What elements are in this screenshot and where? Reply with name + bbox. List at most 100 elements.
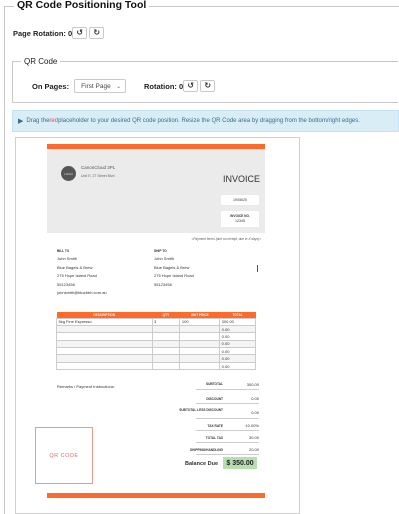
totals-divider: [196, 389, 259, 390]
shipping-value: 20.00: [248, 447, 259, 452]
bill-to-name: John Smith: [57, 256, 78, 262]
subtotal-value: 300.00: [246, 382, 259, 387]
cell-unit-price: [179, 354, 221, 363]
invoice-number: 12345: [235, 218, 245, 223]
qr-code-settings: QR Code On Pages: First Page ⌄ Rotation:…: [12, 57, 398, 103]
cell-total: 0.00: [219, 354, 256, 363]
cell-description: [56, 339, 153, 349]
cell-total: 0.00: [219, 332, 256, 341]
cell-unit-price: [179, 339, 221, 349]
subtotal-less-discount-label: SUBTOTAL LESS DISCOUNT: [179, 408, 223, 412]
subtotal-label: SUBTOTAL: [205, 382, 223, 386]
table-row: 0.00: [56, 324, 256, 334]
invoice-number-box: INVOICE NO. 12345: [221, 211, 259, 227]
total-tax-value: 30.00: [248, 435, 259, 440]
rotate-cw-icon[interactable]: ↻: [200, 80, 216, 92]
table-row: 0.00: [56, 347, 256, 356]
table-row: 0.00: [56, 354, 256, 363]
info-text-post: placeholder to your desired QR code posi…: [58, 118, 360, 124]
cell-total: 0.00: [219, 339, 256, 349]
cell-total: 0.00: [219, 324, 256, 334]
totals-divider: [196, 454, 259, 455]
cursor-icon: ▶: [18, 118, 24, 125]
cell-description: [56, 332, 153, 341]
chevron-down-icon: ⌄: [116, 83, 122, 90]
page-rotation-control: Page Rotation: 0 ↺ ↻: [13, 27, 105, 39]
invoice-date: 19/08/20: [221, 195, 259, 205]
cell-description: [56, 361, 153, 371]
qr-rotation-label: Rotation:: [144, 81, 177, 91]
cell-qty: [151, 324, 181, 334]
company-name: CanonCloud 3PL: [81, 165, 116, 170]
balance-due-label: Balance Due: [185, 461, 219, 467]
table-row: 0.00: [56, 332, 256, 341]
ship-to-company: Blue Bagels & Brew: [154, 264, 190, 270]
ship-to-name: John Smith: [154, 256, 175, 262]
cell-unit-price: 100: [179, 317, 221, 326]
logo: LOGO: [61, 166, 76, 181]
cell-description: [56, 354, 153, 363]
total-tax-label: TOTAL TAX: [205, 436, 223, 440]
cell-qty: [151, 347, 181, 356]
bill-to-street: 275 Hope Island Road: [57, 273, 97, 279]
discount-label: DISCOUNT: [206, 397, 223, 401]
company-address: Unit E, 27 Street Blvd: [81, 174, 115, 178]
cell-total: 0.00: [219, 361, 256, 371]
qr-code-placeholder[interactable]: QR CODE: [35, 427, 93, 484]
on-pages-label: On Pages:: [32, 81, 70, 91]
invoice-page: LOGO CanonCloud 3PL Unit E, 27 Street Bl…: [35, 144, 265, 500]
invoice-header: LOGO CanonCloud 3PL Unit E, 27 Street Bl…: [47, 149, 265, 233]
invoice-title: INVOICE: [223, 174, 261, 184]
items-table: DESCRIPTION QTY UNIT PRICE TOTAL 5kg Fin…: [56, 312, 256, 371]
remarks-label: Remarks / Payment Instructions:: [57, 384, 115, 389]
on-pages-control: On Pages: First Page ⌄: [32, 79, 127, 93]
cell-qty: 3: [151, 317, 181, 326]
totals-divider: [196, 418, 259, 419]
bottom-accent-bar: [47, 493, 265, 498]
cell-unit-price: [179, 347, 221, 356]
ship-to-label: SHIP TO: [154, 249, 167, 253]
table-row: 0.00: [56, 361, 256, 371]
cell-description: 5kg Fine Espresso: [56, 317, 153, 326]
table-row: 5kg Fine Espresso 3 100 300.00: [56, 317, 256, 326]
subtotal-less-discount-value: 0.00: [251, 410, 259, 415]
bill-to: BILL TO John Smith Blue Bagels & Brew 27…: [57, 247, 107, 297]
rotate-ccw-icon[interactable]: ↺: [72, 27, 88, 39]
cell-description: [56, 347, 153, 356]
info-alert: ▶ Drag the red placeholder to your desir…: [12, 110, 399, 132]
on-pages-select[interactable]: First Page ⌄: [74, 79, 127, 93]
tax-rate-value: 10.00%: [245, 423, 259, 428]
tool-title: QR Code Positioning Tool: [14, 0, 150, 11]
rotate-cw-icon[interactable]: ↻: [89, 27, 105, 39]
totals-divider: [196, 442, 259, 443]
totals-divider: [196, 403, 259, 404]
cell-description: [56, 324, 153, 334]
on-pages-selected: First Page: [81, 82, 111, 90]
cell-unit-price: [179, 332, 221, 341]
cell-total: 0.00: [219, 347, 256, 356]
cell-qty: [151, 332, 181, 341]
tax-rate-label: TAX RATE: [207, 424, 223, 428]
bill-to-email: johnsmith@bluebbh.com.au: [57, 290, 107, 296]
bill-to-phone: 55123456: [57, 281, 75, 287]
cell-qty: [151, 361, 181, 371]
ship-to-street: 275 Hope Island Road: [154, 273, 194, 279]
qr-code-legend: QR Code: [21, 57, 61, 66]
totals-divider: [196, 430, 259, 431]
bill-to-company: Blue Bagels & Brew: [57, 264, 93, 270]
page-rotation-label: Page Rotation:: [13, 28, 66, 38]
rotate-ccw-icon[interactable]: ↺: [183, 80, 199, 92]
payment-terms: <Payment terms (due on receipt, due in X…: [191, 237, 261, 241]
cell-total: 300.00: [219, 317, 256, 326]
discount-value: 0.00: [251, 396, 259, 401]
text-caret: [257, 265, 258, 272]
shipping-label: SHIPPING/HANDLING: [190, 448, 223, 452]
cell-qty: [151, 339, 181, 349]
table-row: 0.00: [56, 339, 256, 349]
ship-to-phone: 55123456: [154, 281, 172, 287]
cell-unit-price: [179, 324, 221, 334]
info-text-red: red: [49, 118, 59, 124]
cell-qty: [151, 354, 181, 363]
balance-due-value: $ 350.00: [223, 457, 257, 469]
ship-to: SHIP TO John Smith Blue Bagels & Brew 27…: [154, 247, 194, 289]
